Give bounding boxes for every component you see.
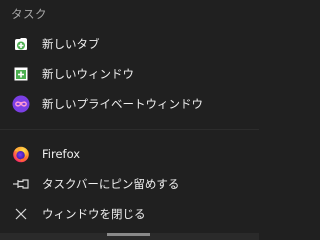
close-window-label: ウィンドウを閉じる — [42, 207, 146, 221]
close-window-item[interactable]: ウィンドウを閉じる — [0, 200, 259, 228]
new-private-window-label: 新しいプライベートウィンドウ — [42, 97, 203, 111]
pin-to-taskbar-label: タスクバーにピン留めする — [42, 177, 180, 191]
close-icon — [12, 205, 30, 223]
new-tab-label: 新しいタブ — [42, 37, 100, 51]
firefox-icon — [12, 145, 30, 163]
firefox-label: Firefox — [42, 147, 81, 161]
new-window-label: 新しいウィンドウ — [42, 67, 134, 81]
separator — [0, 129, 259, 130]
new-private-window-item[interactable]: 新しいプライベートウィンドウ — [0, 90, 259, 118]
jump-list-menu: タスク 新しいタブ 新しいウィンドウ 新しいプライベートウィンドウ Firefo… — [0, 0, 259, 240]
new-window-icon — [12, 65, 30, 83]
taskbar-strip — [0, 233, 259, 240]
firefox-item[interactable]: Firefox — [0, 140, 259, 168]
new-tab-icon — [12, 35, 30, 53]
active-indicator — [107, 233, 150, 236]
new-window-item[interactable]: 新しいウィンドウ — [0, 60, 259, 88]
private-window-icon — [12, 95, 30, 113]
pin-to-taskbar-item[interactable]: タスクバーにピン留めする — [0, 170, 259, 198]
new-tab-item[interactable]: 新しいタブ — [0, 30, 259, 58]
section-title: タスク — [11, 7, 47, 21]
pin-icon — [12, 175, 30, 193]
